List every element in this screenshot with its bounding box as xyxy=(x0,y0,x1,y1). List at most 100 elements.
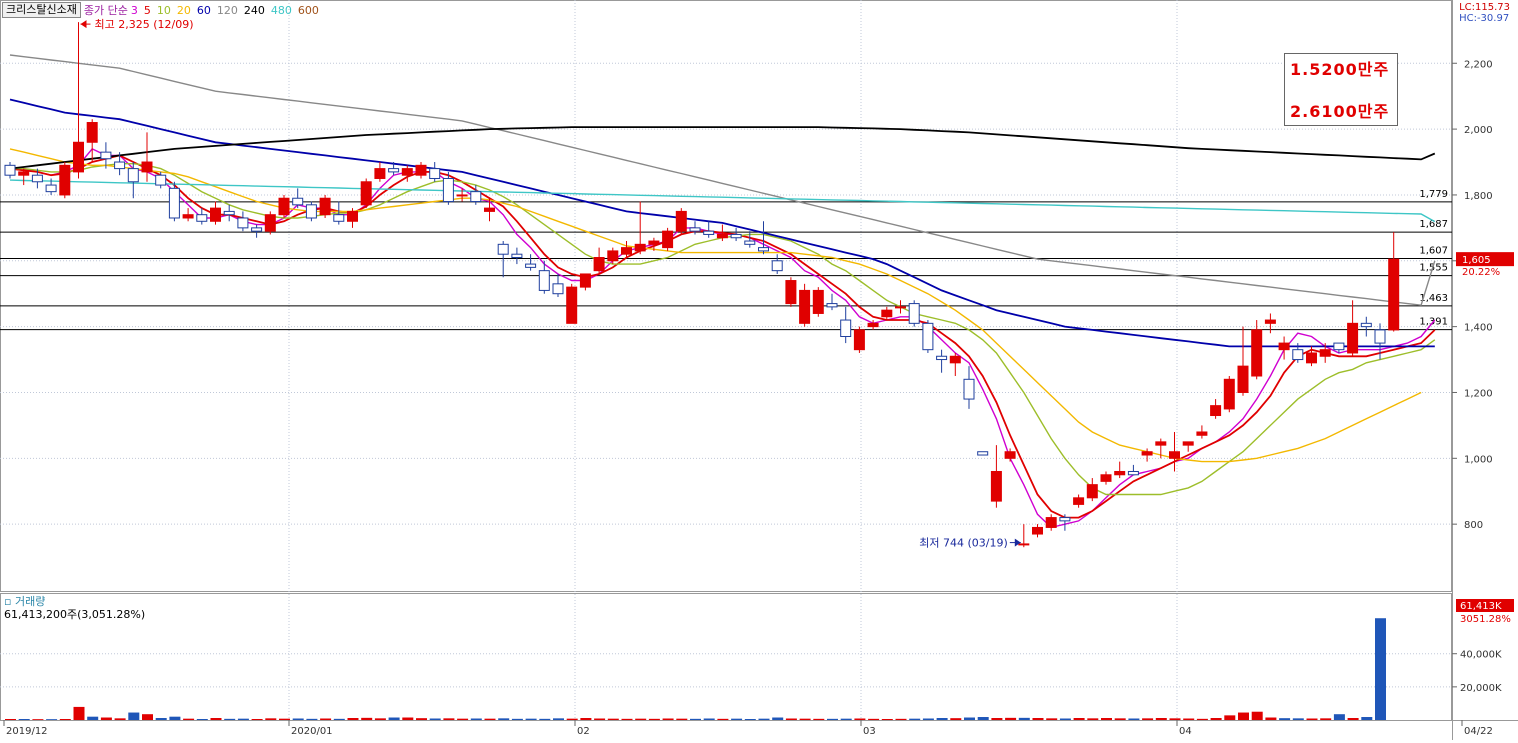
volume-bar xyxy=(402,717,414,720)
ma-period-600[interactable]: 600 xyxy=(298,4,319,17)
candle-body xyxy=(1045,517,1057,528)
volume-bar xyxy=(881,719,893,720)
candle-body xyxy=(1319,349,1331,357)
volume-bar xyxy=(1073,718,1085,720)
y-tick-label: 1,400 xyxy=(1464,323,1493,334)
candle-body xyxy=(1127,470,1139,476)
x-tick-label: 2020/01 xyxy=(291,726,333,737)
candle-body xyxy=(470,191,482,203)
volume-bar xyxy=(498,718,510,720)
volume-bar xyxy=(1361,717,1373,720)
ma-period-480[interactable]: 480 xyxy=(271,4,292,17)
volume-bar xyxy=(553,718,564,720)
candle-body xyxy=(1182,441,1194,446)
candle-body xyxy=(1292,349,1304,361)
candle-body xyxy=(579,273,591,288)
candle-body xyxy=(347,210,358,222)
candle-body xyxy=(675,210,687,232)
candle-body xyxy=(127,168,139,183)
ma-period-5[interactable]: 5 xyxy=(144,4,151,17)
volume-bar xyxy=(361,717,373,720)
volume-bar xyxy=(1238,712,1249,720)
volume-bar xyxy=(662,718,674,720)
ma-period-20[interactable]: 20 xyxy=(177,4,191,17)
volume-bar xyxy=(46,719,58,720)
volume-bar xyxy=(1032,718,1044,720)
candle-body xyxy=(168,187,180,219)
volume-bar xyxy=(388,717,400,720)
volume-bar xyxy=(292,718,304,720)
volume-bar xyxy=(128,712,140,720)
ma-period-240[interactable]: 240 xyxy=(244,4,265,17)
candle-body xyxy=(4,164,16,176)
volume-bar xyxy=(265,718,277,720)
y-tick-label: 800 xyxy=(1464,520,1483,531)
candle-body xyxy=(853,329,865,351)
volume-bar xyxy=(59,719,71,720)
ma-period-10[interactable]: 10 xyxy=(157,4,171,17)
candle-body xyxy=(333,214,345,222)
candle-body xyxy=(196,214,208,222)
volume-value: 61,413,200주(3,051.28%) xyxy=(4,608,146,621)
candle-body xyxy=(237,217,249,229)
candle-body xyxy=(977,451,989,456)
volume-bar xyxy=(306,718,318,720)
volume-bar xyxy=(169,716,181,720)
last-price-label: 1,605 xyxy=(1462,255,1491,266)
volume-bar xyxy=(1306,718,1318,720)
volume-bar xyxy=(5,719,16,720)
volume-bar xyxy=(210,718,222,720)
volume-bar xyxy=(320,718,332,720)
volume-bar xyxy=(155,718,167,720)
candle-body xyxy=(771,260,783,272)
candle-body xyxy=(1018,543,1030,546)
candle-body xyxy=(73,141,84,173)
volume-bar xyxy=(703,718,715,720)
note-line-2: 2.6100만주 xyxy=(1290,102,1390,121)
candle-body xyxy=(867,322,879,328)
volume-bar xyxy=(1114,718,1126,720)
y-tick-label: 1,200 xyxy=(1464,388,1493,399)
candle-body xyxy=(552,283,564,295)
volume-bar xyxy=(950,718,962,720)
volume-bar xyxy=(977,717,989,720)
candle-body xyxy=(1264,319,1276,324)
volume-bar xyxy=(991,718,1003,720)
candle-body xyxy=(442,177,454,203)
volume-bar xyxy=(196,719,208,720)
volume-bar xyxy=(621,718,633,720)
volume-bar xyxy=(1018,717,1030,720)
volume-bar xyxy=(607,718,619,720)
volume-bar xyxy=(183,718,195,720)
candle-body xyxy=(936,355,948,361)
volume-bar xyxy=(785,718,797,720)
candle-body xyxy=(1155,441,1167,446)
volume-bar xyxy=(964,717,975,720)
candle-body xyxy=(730,233,742,239)
candle-body xyxy=(182,214,194,219)
volume-bar xyxy=(539,718,551,720)
ma-period-60[interactable]: 60 xyxy=(197,4,211,17)
candle-body xyxy=(59,164,71,196)
ma-period-120[interactable]: 120 xyxy=(217,4,238,17)
candle-body xyxy=(1196,431,1208,436)
candle-body xyxy=(949,355,961,364)
candle-body xyxy=(799,289,811,324)
candle-body xyxy=(758,247,769,252)
candle-body xyxy=(812,289,824,314)
stock-name[interactable]: 크리스탈신소재 xyxy=(2,2,81,18)
candle-body xyxy=(881,309,893,318)
volume-bar xyxy=(909,718,921,720)
volume-bar xyxy=(333,718,345,720)
candle-body xyxy=(292,197,304,206)
ma-period-list: 3 5 10 20 60 120 240 480 600 xyxy=(131,4,325,17)
volume-bar xyxy=(827,718,838,720)
ma-line-60 xyxy=(9,98,1435,348)
volume-panel-border xyxy=(0,593,1452,721)
volume-bar xyxy=(840,718,852,720)
volume-bar xyxy=(470,718,482,720)
candle-body xyxy=(1100,474,1112,482)
high-arrow-head xyxy=(80,20,87,29)
candle-body xyxy=(1086,484,1098,499)
ma-period-3[interactable]: 3 xyxy=(131,4,138,17)
